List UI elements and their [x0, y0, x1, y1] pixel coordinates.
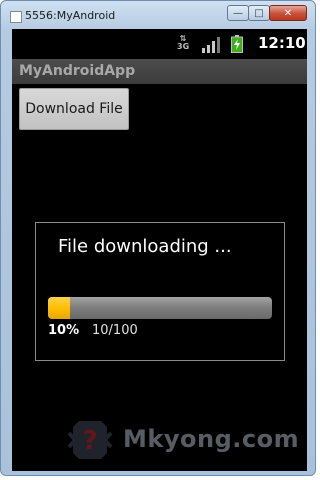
status-bar: ⇅ 3G 12:10 — [12, 29, 307, 59]
mkyong-logo-icon: ? — [67, 421, 113, 459]
battery-charging-icon — [231, 35, 243, 53]
app-title: MyAndroidApp — [19, 63, 136, 79]
window-app-icon — [10, 11, 22, 23]
status-clock: 12:10 — [258, 34, 306, 52]
phone-screen: ⇅ 3G 12:10 MyAndroidApp Download File Fi… — [12, 29, 307, 471]
window-titlebar[interactable]: 5556:MyAndroid — □ ✕ — [1, 1, 315, 29]
signal-strength-icon — [202, 37, 220, 53]
progress-bar-fill — [48, 297, 71, 319]
network-type: 3G — [177, 42, 190, 51]
emulator-window: 5556:MyAndroid — □ ✕ ⇅ 3G 12:10 MyAndroi… — [0, 0, 316, 476]
logo-glyph: ? — [82, 426, 97, 456]
window-controls: — □ ✕ — [227, 5, 307, 21]
window-title: 5556:MyAndroid — [25, 9, 116, 22]
download-file-button[interactable]: Download File — [19, 88, 129, 130]
maximize-button[interactable]: □ — [248, 5, 270, 21]
progress-count: 10/100 — [92, 323, 138, 338]
progress-percent: 10% — [48, 323, 80, 338]
progress-bar — [48, 297, 272, 319]
progress-dialog: File downloading ... 10% 10/100 — [35, 222, 285, 361]
app-titlebar: MyAndroidApp — [12, 59, 307, 84]
network-indicator: ⇅ 3G — [177, 35, 189, 51]
watermark-text: Mkyong.com — [123, 425, 300, 453]
dialog-title: File downloading ... — [58, 236, 232, 257]
minimize-button[interactable]: — — [227, 5, 249, 21]
watermark: ? Mkyong.com — [67, 417, 300, 463]
close-button[interactable]: ✕ — [269, 5, 307, 21]
